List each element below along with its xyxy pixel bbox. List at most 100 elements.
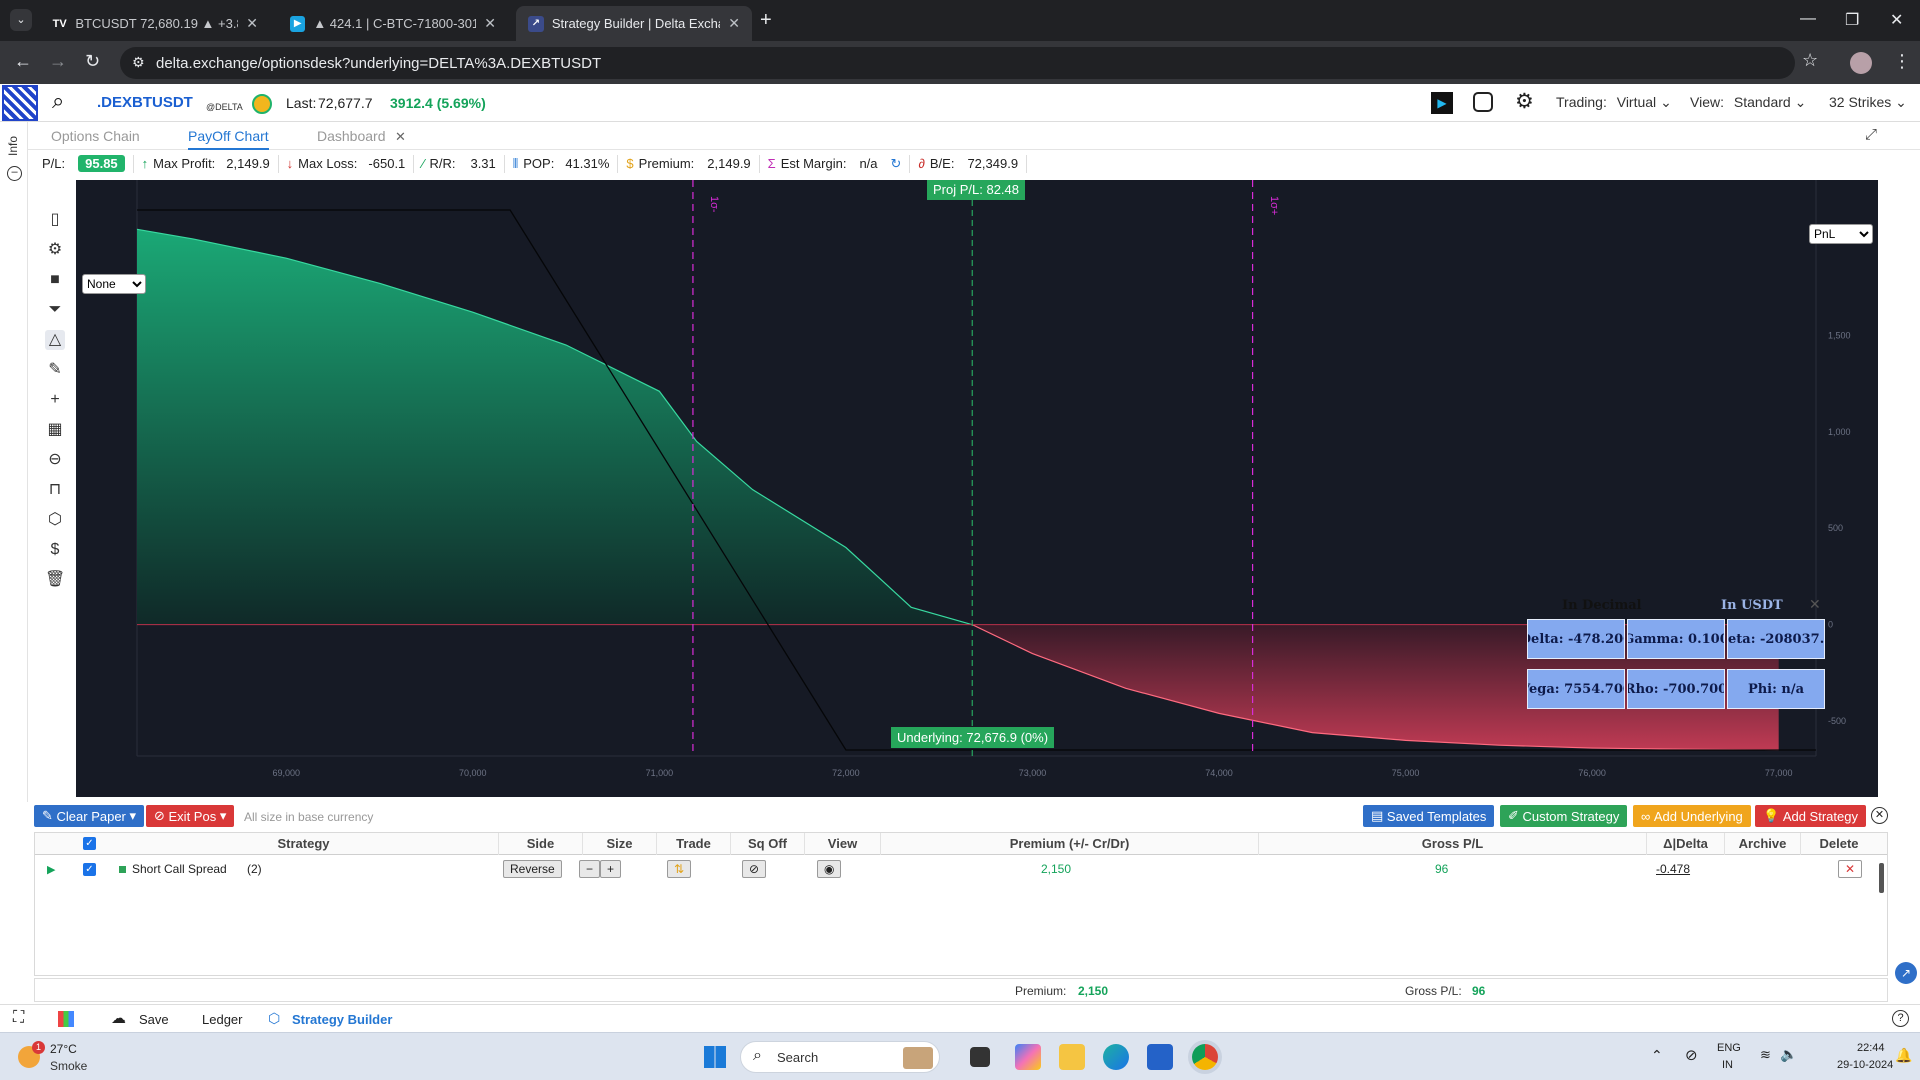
greeks-title-decimal[interactable]: In Decimal bbox=[1562, 598, 1642, 613]
clock-time[interactable]: 22:44 bbox=[1857, 1042, 1885, 1054]
dollar-icon[interactable]: $ bbox=[45, 540, 65, 560]
col-gross-pl[interactable]: Gross P/L bbox=[1259, 833, 1647, 855]
profile-avatar[interactable] bbox=[1850, 52, 1872, 74]
tab-payoff-chart[interactable]: PayOff Chart bbox=[188, 128, 269, 150]
new-tab-icon[interactable]: + bbox=[760, 9, 772, 32]
browser-tab-tradingview[interactable]: TV BTCUSDT 72,680.19 ▲ +3.88% | ✕ bbox=[40, 6, 270, 41]
fullscreen-icon[interactable]: ⛶ bbox=[13, 1009, 24, 1027]
pnl-select[interactable]: PnL bbox=[1809, 224, 1873, 244]
select-all-checkbox[interactable]: ✓ bbox=[83, 837, 96, 850]
sqoff-button[interactable]: ⊘ bbox=[742, 860, 767, 878]
save-link[interactable]: Save bbox=[139, 1012, 169, 1027]
tray-chevron-icon[interactable]: ⌃ bbox=[1651, 1047, 1663, 1064]
exit-pos-button[interactable]: ⊘ Exit Pos ▾ bbox=[146, 805, 235, 827]
settings-gear-icon[interactable]: ⚙ bbox=[1515, 89, 1534, 114]
trading-mode-select[interactable]: Trading: Virtual ⌄ bbox=[1556, 94, 1672, 111]
col-size[interactable]: Size bbox=[583, 833, 657, 855]
volume-icon[interactable]: 🔈 bbox=[1780, 1046, 1797, 1063]
close-tab-icon[interactable]: ✕ bbox=[395, 129, 406, 145]
triangle-icon[interactable]: △ bbox=[45, 330, 65, 350]
restore-icon[interactable]: ❐ bbox=[1845, 10, 1859, 30]
reload-icon[interactable]: ↻ bbox=[85, 51, 100, 72]
crosshair-icon[interactable]: + bbox=[45, 390, 65, 410]
col-delete[interactable]: Delete bbox=[1801, 833, 1877, 855]
grid-color-icon[interactable] bbox=[58, 1011, 74, 1027]
browser-tab-delta-option[interactable]: ▶ ▲ 424.1 | C-BTC-71800-301024 ✕ bbox=[278, 6, 508, 41]
col-trade[interactable]: Trade bbox=[657, 833, 731, 855]
lang-2[interactable]: IN bbox=[1722, 1059, 1733, 1071]
strikes-select[interactable]: 32 Strikes ⌄ bbox=[1829, 94, 1907, 111]
none-select[interactable]: None bbox=[82, 274, 146, 294]
copilot-icon[interactable] bbox=[1015, 1044, 1041, 1070]
minimize-icon[interactable]: — bbox=[1800, 10, 1816, 28]
collapse-icon[interactable]: – bbox=[7, 166, 22, 181]
url-field[interactable]: ⚙ delta.exchange/optionsdesk?underlying=… bbox=[120, 47, 1795, 79]
reverse-button[interactable]: Reverse bbox=[503, 860, 562, 878]
file-explorer-icon[interactable] bbox=[1059, 1044, 1085, 1070]
browser-tab-strategy-builder[interactable]: ↗ Strategy Builder | Delta Exchang ✕ bbox=[516, 6, 752, 41]
trash-icon[interactable]: 🗑 bbox=[45, 570, 65, 590]
underlying-symbol[interactable]: .DEXBTUSDT bbox=[97, 94, 193, 111]
tab-list-chevron-icon[interactable]: ⌄ bbox=[10, 9, 32, 31]
table-row[interactable]: ▶ ✓ Short Call Spread (2) Reverse − + ⇅ ⊘… bbox=[35, 855, 1887, 885]
close-icon[interactable]: ✕ bbox=[728, 15, 740, 32]
tab-dashboard[interactable]: Dashboard bbox=[317, 128, 386, 144]
ledger-link[interactable]: Ledger bbox=[202, 1012, 242, 1027]
expand-icon[interactable]: ⤢ bbox=[1865, 126, 1877, 143]
zoom-out-icon[interactable]: ⊖ bbox=[45, 450, 65, 470]
lock-icon[interactable]: ⊓ bbox=[45, 480, 65, 500]
size-plus-button[interactable]: + bbox=[600, 860, 622, 878]
cube-icon[interactable]: ⬡ bbox=[45, 510, 65, 530]
panel-toggle-icon[interactable]: ▯ bbox=[45, 210, 65, 230]
taskbar-search-field[interactable]: ⌕ Search bbox=[740, 1041, 940, 1073]
bookmark-star-icon[interactable]: ☆ bbox=[1802, 50, 1818, 71]
expand-row-icon[interactable]: ▶ bbox=[47, 863, 55, 876]
windows-start-icon[interactable] bbox=[704, 1046, 726, 1068]
size-stepper[interactable]: − + bbox=[579, 860, 622, 878]
col-strategy[interactable]: Strategy bbox=[109, 833, 499, 855]
payoff-chart[interactable]: 69,000 70,000 71,000 72,000 73,000 74,000 75,0… bbox=[76, 180, 1878, 797]
delta-app-icon[interactable]: ▶ bbox=[1431, 92, 1453, 114]
row-checkbox[interactable]: ✓ bbox=[83, 863, 96, 876]
col-view[interactable]: View bbox=[805, 833, 881, 855]
add-underlying-button[interactable]: ∞ Add Underlying bbox=[1633, 805, 1751, 827]
trade-button[interactable]: ⇅ bbox=[667, 860, 692, 878]
col-sqoff[interactable]: Sq Off bbox=[731, 833, 805, 855]
info-label[interactable]: Info bbox=[6, 136, 20, 156]
help-icon[interactable]: ? bbox=[1892, 1010, 1909, 1027]
view-eye-button[interactable]: ◉ bbox=[817, 860, 842, 878]
store-icon[interactable] bbox=[1147, 1044, 1173, 1070]
delta-logo[interactable] bbox=[2, 85, 38, 121]
close-window-icon[interactable]: ✕ bbox=[1890, 10, 1903, 30]
col-archive[interactable]: Archive bbox=[1725, 833, 1801, 855]
table-scrollbar[interactable] bbox=[1879, 863, 1884, 893]
add-strategy-button[interactable]: 💡 Add Strategy bbox=[1755, 805, 1866, 827]
strategy-builder-link[interactable]: Strategy Builder bbox=[292, 1012, 392, 1027]
chat-bubble-icon[interactable]: ↗ bbox=[1895, 962, 1917, 984]
tab-options-chain[interactable]: Options Chain bbox=[51, 128, 140, 144]
settings-icon[interactable]: ⚙ bbox=[45, 240, 65, 260]
pencil-icon[interactable]: ✎ bbox=[45, 360, 65, 380]
custom-strategy-button[interactable]: ✐ Custom Strategy bbox=[1500, 805, 1628, 827]
col-delta[interactable]: Δ|Delta bbox=[1647, 833, 1725, 855]
close-circle-icon[interactable]: ✕ bbox=[1871, 807, 1888, 824]
close-icon[interactable]: ✕ bbox=[246, 15, 258, 32]
size-minus-button[interactable]: − bbox=[579, 860, 601, 878]
clock-date[interactable]: 29-10-2024 bbox=[1837, 1059, 1893, 1071]
bell-icon[interactable]: 🔔 bbox=[1895, 1047, 1912, 1064]
search-icon[interactable]: ⌕ bbox=[52, 88, 64, 114]
menu-kebab-icon[interactable]: ⋮ bbox=[1893, 51, 1911, 72]
cloud-icon[interactable]: ☁ bbox=[111, 1009, 126, 1027]
clear-paper-button[interactable]: ✎ Clear Paper ▾ bbox=[34, 805, 145, 827]
filter-icon[interactable]: ⏷ bbox=[45, 300, 65, 320]
site-info-icon[interactable]: ⚙ bbox=[132, 54, 145, 71]
forward-icon[interactable]: → bbox=[49, 51, 67, 72]
task-view-icon[interactable] bbox=[970, 1047, 990, 1067]
saved-templates-button[interactable]: ▤ Saved Templates bbox=[1363, 805, 1495, 827]
lang-1[interactable]: ENG bbox=[1717, 1042, 1741, 1054]
network-off-icon[interactable]: ⊘ bbox=[1685, 1046, 1698, 1064]
greeks-title-usdt[interactable]: In USDT bbox=[1721, 598, 1783, 613]
wifi-icon[interactable]: ≋ bbox=[1760, 1047, 1771, 1063]
edge-icon[interactable] bbox=[1103, 1044, 1129, 1070]
color-square-icon[interactable]: ■ bbox=[45, 270, 65, 290]
